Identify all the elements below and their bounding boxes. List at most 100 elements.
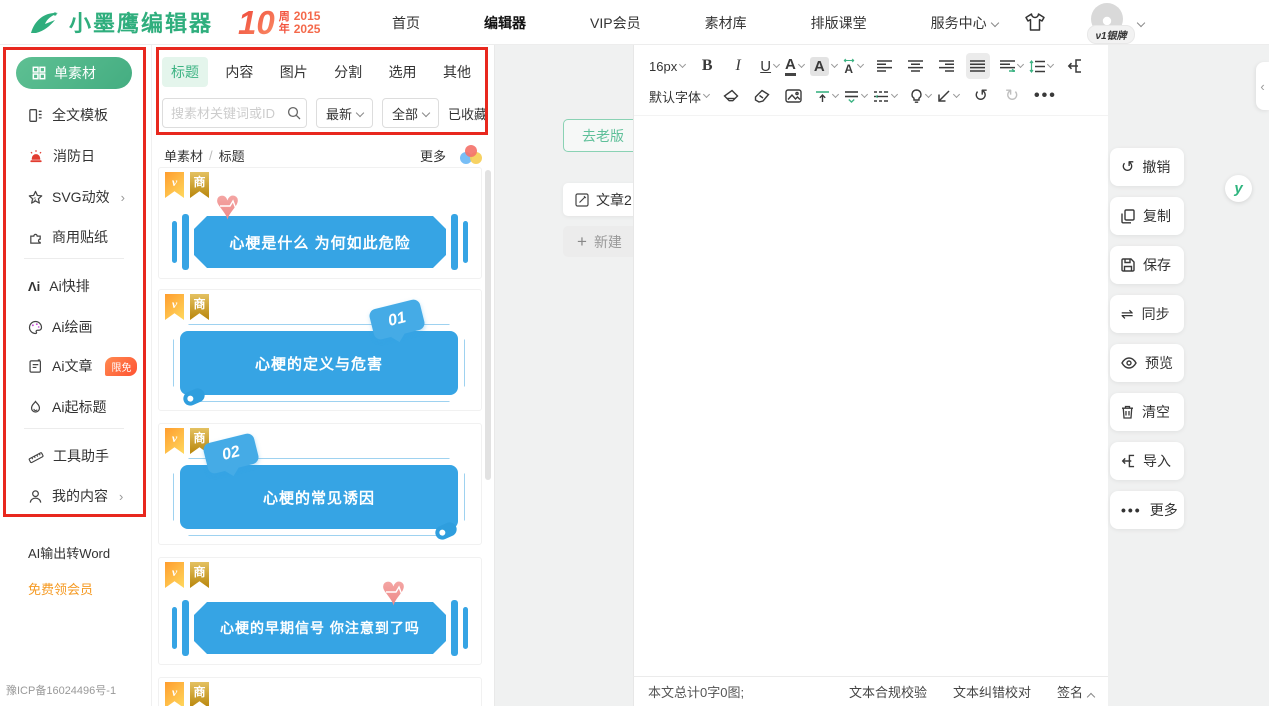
tshirt-icon[interactable] (1024, 12, 1046, 32)
favorites-button[interactable]: 已收藏 (448, 104, 487, 123)
search-input[interactable] (171, 106, 283, 121)
insert-left-button[interactable] (1063, 53, 1087, 79)
tab-content[interactable]: 内容 (216, 57, 262, 87)
search-icon[interactable] (287, 106, 301, 120)
sidebar-item-ai-article[interactable]: Ai文章 限免 (28, 356, 137, 376)
sidebar-item-stickers[interactable]: 商用贴纸 (28, 227, 108, 247)
scrollbar-thumb[interactable] (485, 170, 491, 480)
toolbar-more-button[interactable]: ••• (1031, 83, 1060, 109)
more-action-button[interactable]: •••更多 (1110, 491, 1184, 529)
sidebar-item-my-content[interactable]: 我的内容› (28, 486, 123, 506)
sidebar-item-single-material[interactable]: 单素材 (16, 57, 132, 89)
copy-action-button[interactable]: 复制 (1110, 197, 1184, 235)
import-icon (1121, 454, 1135, 468)
search-box[interactable] (162, 98, 307, 128)
heart-ecg-icon: ♥ (381, 570, 433, 612)
undo-button[interactable]: ↺ (969, 83, 993, 109)
lamp-button[interactable] (907, 83, 934, 109)
scope-dropdown[interactable]: 全部 (382, 98, 439, 128)
sidebar-divider (24, 428, 124, 429)
card-title: 心梗的定义与危害 (180, 331, 458, 395)
highlight-color-button[interactable]: A (807, 53, 840, 79)
signature-toggle[interactable]: 签名 (1057, 682, 1094, 701)
sidebar-item-full-template[interactable]: 全文模板 (28, 105, 108, 125)
limited-free-badge: 限免 (105, 357, 137, 376)
format-painter-button[interactable] (750, 83, 774, 109)
italic-button[interactable]: I (726, 53, 750, 79)
save-action-button[interactable]: 保存 (1110, 246, 1184, 284)
color-palette-icon[interactable] (460, 145, 482, 165)
clear-format-button[interactable] (719, 83, 743, 109)
material-card[interactable]: ν 商 ♥ 心梗是什么 为何如此危险 (158, 167, 482, 279)
preview-action-button[interactable]: 预览 (1110, 344, 1184, 382)
sidebar-item-tools[interactable]: 工具助手 (28, 446, 109, 466)
more-button[interactable]: 更多 (420, 146, 446, 165)
align-left-button[interactable] (873, 53, 897, 79)
arrow-down-left-button[interactable] (934, 83, 962, 109)
collapse-panel-handle[interactable]: ‹ (1256, 62, 1269, 110)
font-color-button[interactable]: A (782, 53, 807, 79)
font-size-select[interactable]: 16px (646, 53, 688, 79)
tab-image[interactable]: 图片 (271, 57, 317, 87)
material-card[interactable]: ν 商 01 心梗的定义与危害 (158, 289, 482, 411)
chevron-down-icon (356, 109, 364, 117)
sidebar-item-ai-painting[interactable]: Ai绘画 (28, 317, 92, 337)
nav-classroom[interactable]: 排版课堂 (811, 13, 867, 33)
link-ai-to-word[interactable]: AI输出转Word (28, 543, 110, 562)
tab-other[interactable]: 其他 (434, 57, 480, 87)
avatar-chevron-icon[interactable] (1137, 19, 1145, 27)
logo[interactable]: 小墨鹰编辑器 (28, 6, 213, 38)
nav-editor[interactable]: 编辑器 (484, 13, 526, 33)
sidebar-item-svg-animation[interactable]: s SVG动效› (28, 187, 125, 207)
tab-title[interactable]: 标题 (162, 57, 208, 87)
breadcrumb-row: 单素材 / 标题 更多 (164, 145, 482, 165)
import-action-button[interactable]: 导入 (1110, 442, 1184, 480)
undo-action-button[interactable]: ↺撤销 (1110, 148, 1184, 186)
eye-icon (1121, 357, 1137, 369)
user-avatar[interactable]: ν1银牌 (1088, 3, 1134, 43)
margin-bottom-button[interactable] (841, 83, 870, 109)
align-right-button[interactable] (935, 53, 959, 79)
nav-vip[interactable]: VIP会员 (590, 13, 641, 33)
bold-button[interactable]: B (695, 53, 719, 79)
floating-assistant-button[interactable]: y (1225, 175, 1252, 202)
nav-service-center[interactable]: 服务中心 (931, 13, 998, 33)
material-card[interactable]: ν 商 (158, 677, 482, 706)
underline-button[interactable]: U (757, 53, 782, 79)
nav-home[interactable]: 首页 (392, 13, 420, 33)
margin-top-button[interactable] (812, 83, 841, 109)
tab-divider[interactable]: 分割 (325, 57, 371, 87)
breadcrumb-separator: / (209, 148, 213, 163)
undo-icon: ↺ (1121, 157, 1134, 177)
justify-button[interactable] (966, 53, 990, 79)
vip-level-badge: ν1银牌 (1088, 26, 1134, 43)
proofread-button[interactable]: 文本纠错校对 (953, 682, 1031, 701)
sort-dropdown[interactable]: 最新 (316, 98, 373, 128)
word-count: 本文总计0字0图; (648, 682, 744, 701)
sidebar-item-ai-title[interactable]: Ai起标题 (28, 397, 106, 417)
header: 小墨鹰编辑器 10 周 年 2015 2025 首页 编辑器 VIP会员 素材库… (0, 0, 1269, 45)
sidebar-item-fire-day[interactable]: 消防日 (28, 146, 95, 166)
material-card[interactable]: ν 商 ♥ 心梗的早期信号 你注意到了吗 (158, 557, 482, 665)
chevron-right-icon: › (119, 489, 123, 504)
align-center-button[interactable] (904, 53, 928, 79)
editor-canvas[interactable]: 16px B I U A A A (633, 45, 1108, 706)
paragraph-spacing-button[interactable] (870, 83, 900, 109)
indent-button[interactable] (997, 53, 1026, 79)
line-height-button[interactable] (1026, 53, 1056, 79)
breadcrumb-root[interactable]: 单素材 (164, 146, 203, 165)
editor-body[interactable] (634, 116, 1108, 676)
font-family-select[interactable]: 默认字体 (646, 83, 712, 109)
svg-text:s: s (33, 196, 36, 202)
material-card[interactable]: ν 商 02 心梗的常见诱因 (158, 423, 482, 545)
link-free-vip[interactable]: 免费领会员 (28, 579, 93, 598)
redo-button[interactable]: ↻ (1000, 83, 1024, 109)
sync-action-button[interactable]: ⇌同步 (1110, 295, 1184, 333)
sidebar-item-ai-layout[interactable]: Λi Ai快排 (28, 276, 90, 296)
nav-material-library[interactable]: 素材库 (705, 13, 747, 33)
insert-image-button[interactable] (781, 83, 805, 109)
compliance-check-button[interactable]: 文本合规校验 (849, 682, 927, 701)
clear-action-button[interactable]: 清空 (1110, 393, 1184, 431)
letter-spacing-button[interactable]: A (840, 53, 866, 79)
tab-quote[interactable]: 选用 (380, 57, 426, 87)
